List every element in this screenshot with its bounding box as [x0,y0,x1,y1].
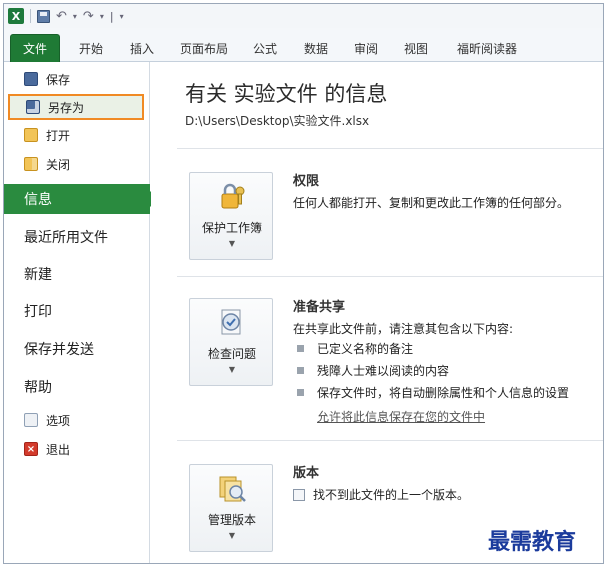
nav-open-label: 打开 [46,128,71,143]
versions-text-label: 找不到此文件的上一个版本。 [313,488,470,502]
prepare-sharing-text: 在共享此文件前，请注意其包含以下内容: [293,322,514,336]
check-issues-label: 检查问题 [207,347,256,361]
nav-info-label: 信息 [24,192,52,208]
watermark-text: 最需教育 [488,529,577,555]
issue-item: 残障人士难以阅读的内容 [317,364,450,378]
section-divider [177,276,603,277]
nav-open[interactable]: 打开 [8,122,144,148]
section-divider [177,440,603,441]
manage-versions-icon [219,476,246,502]
bullet-icon [297,367,304,374]
manage-versions-label: 管理版本 [207,513,256,527]
versions-heading: 版本 [293,466,320,481]
undo-button[interactable]: ↶ [56,7,67,25]
undo-dropdown-icon[interactable]: ▾ [73,7,77,25]
chevron-down-icon: ▼ [228,239,236,248]
inspect-document-icon [221,309,241,335]
exit-icon: × [24,442,38,456]
chevron-down-icon: ▼ [228,365,236,374]
permissions-text: 任何人都能打开、复制和更改此工作簿的任何部分。 [293,196,570,210]
issue-item: 已定义名称的备注 [317,342,414,356]
redo-dropdown-icon[interactable]: ▾ [100,7,104,25]
backstage-nav: 保存 另存为 打开 关闭 信息 最近所用文件 新建 打印 保存并发送 帮助 选项… [4,62,158,563]
nav-help[interactable]: 帮助 [4,372,150,402]
tab-file[interactable]: 文件 [10,34,60,62]
nav-exit[interactable]: × 退出 [8,436,144,462]
ribbon-tab-bar: 文件 开始 插入 页面布局 公式 数据 审阅 视图 福昕阅读器 [4,28,603,62]
nav-info[interactable]: 信息 [4,184,158,214]
save-as-icon [26,100,40,114]
toolbar-divider [30,9,31,23]
nav-exit-label: 退出 [46,442,71,457]
save-icon [24,72,38,86]
tab-insert[interactable]: 插入 [122,34,162,62]
info-panel: 有关 实验文件 的信息 D:\Users\Desktop\实验文件.xlsx 保… [151,62,603,563]
nav-save[interactable]: 保存 [8,66,144,92]
nav-help-label: 帮助 [24,380,52,396]
chevron-down-icon: ▼ [228,531,236,540]
nav-close[interactable]: 关闭 [8,151,144,177]
bullet-icon [297,345,304,352]
nav-print-label: 打印 [24,304,52,320]
file-path: D:\Users\Desktop\实验文件.xlsx [185,114,370,128]
nav-print[interactable]: 打印 [4,296,150,326]
tab-review[interactable]: 审阅 [346,34,386,62]
protect-workbook-label: 保护工作簿 [201,221,262,235]
document-icon [293,489,305,501]
issue-item: 保存文件时，将自动删除属性和个人信息的设置 [317,386,570,400]
excel-logo-icon[interactable]: X [8,8,24,24]
nav-close-label: 关闭 [46,157,71,172]
nav-new-label: 新建 [24,267,52,283]
redo-button[interactable]: ↷ [83,7,94,25]
quick-access-toolbar: X ↶ ▾ ↷ ▾ | ▾ [4,4,603,28]
nav-save-send-label: 保存并发送 [24,342,94,358]
nav-recent[interactable]: 最近所用文件 [4,222,150,252]
excel-window: X ↶ ▾ ↷ ▾ | ▾ 文件 开始 插入 页面布局 公式 数据 审阅 视图 … [3,3,604,564]
tab-home[interactable]: 开始 [70,34,112,62]
protect-workbook-button[interactable]: 保护工作簿 ▼ [189,172,273,260]
manage-versions-button[interactable]: 管理版本 ▼ [189,464,273,552]
tab-page-layout[interactable]: 页面布局 [172,34,236,62]
page-title: 有关 实验文件 的信息 [185,82,388,106]
check-issues-button[interactable]: 检查问题 ▼ [189,298,273,386]
close-folder-icon [24,157,38,171]
nav-recent-label: 最近所用文件 [24,230,108,246]
section-divider [177,148,603,149]
nav-save-as-label: 另存为 [48,100,85,115]
open-folder-icon [24,128,38,142]
versions-text: 找不到此文件的上一个版本。 [293,486,469,503]
nav-options[interactable]: 选项 [8,407,144,433]
tab-view[interactable]: 视图 [396,34,436,62]
allow-save-info-link[interactable]: 允许将此信息保存在您的文件中 [317,408,485,425]
nav-new[interactable]: 新建 [4,259,150,289]
tab-data[interactable]: 数据 [296,34,336,62]
nav-options-label: 选项 [46,413,71,428]
customize-toolbar-icon[interactable]: ▾ [120,7,124,25]
options-icon [24,413,38,427]
bullet-icon [297,389,304,396]
tab-foxit-reader[interactable]: 福昕阅读器 [448,34,526,62]
nav-save-send[interactable]: 保存并发送 [4,334,150,364]
tab-formulas[interactable]: 公式 [246,34,284,62]
save-icon [37,9,50,23]
permissions-heading: 权限 [293,174,320,189]
quick-save-button[interactable] [37,7,50,25]
nav-save-label: 保存 [46,72,71,87]
lock-key-icon [221,183,245,209]
toolbar-divider-text: | [109,9,114,23]
prepare-sharing-heading: 准备共享 [293,300,346,315]
nav-save-as[interactable]: 另存为 [8,94,144,120]
